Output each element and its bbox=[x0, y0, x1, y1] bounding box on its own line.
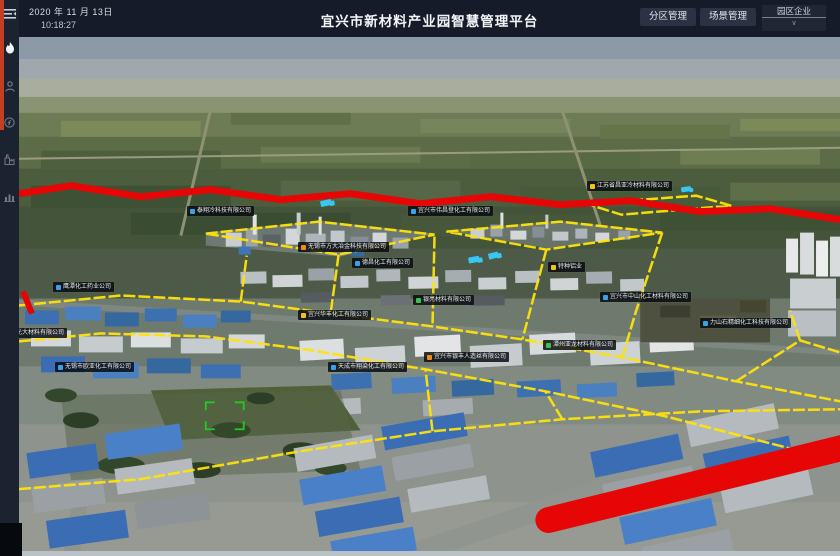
company-marker-icon bbox=[703, 321, 708, 326]
company-marker-icon bbox=[546, 343, 551, 348]
map-viewport[interactable]: 泰翔冷科技有限公司 宜兴市伟昌登化工有限公司 江苏省昌亚冷材料有限公司 无锡市方… bbox=[0, 0, 840, 556]
company-marker-icon bbox=[56, 285, 61, 290]
menu-fold-icon[interactable] bbox=[0, 4, 19, 24]
company-label-text: 鹰潭化工药业公司 bbox=[63, 284, 111, 290]
company-label-text: 德昌化工有限公司 bbox=[362, 260, 410, 266]
zone-management-button[interactable]: 分区管理 bbox=[640, 8, 696, 26]
company-label[interactable]: 宜兴市银丰人造丝有限公司 bbox=[424, 352, 509, 362]
company-marker-icon bbox=[355, 261, 360, 266]
company-label-text: 宜兴市银丰人造丝有限公司 bbox=[434, 354, 506, 360]
company-label[interactable]: 德昌化工有限公司 bbox=[352, 258, 413, 268]
company-label-text: 天成市翔染化工有限公司 bbox=[338, 364, 404, 370]
company-label-text: 光大材料有限公司 bbox=[16, 330, 64, 336]
sidebar-bottom-panel bbox=[0, 523, 22, 556]
company-label-text: 潭州亚龙材料有限公司 bbox=[553, 342, 613, 348]
company-label-text: 宜兴市中山化工材料有限公司 bbox=[610, 294, 688, 300]
company-label[interactable]: 银亮材料有限公司 bbox=[413, 295, 474, 305]
bottom-strip bbox=[19, 551, 840, 556]
company-marker-icon bbox=[190, 209, 195, 214]
company-label[interactable]: 宜兴市伟昌登化工有限公司 bbox=[408, 206, 493, 216]
company-marker-icon bbox=[603, 295, 608, 300]
sidebar bbox=[0, 0, 19, 556]
company-label[interactable]: 江苏省昌亚冷材料有限公司 bbox=[587, 181, 672, 191]
company-marker-icon bbox=[411, 209, 416, 214]
company-marker-icon bbox=[416, 298, 421, 303]
company-label[interactable]: 特种铝业 bbox=[548, 262, 585, 272]
company-label[interactable]: 泰翔冷科技有限公司 bbox=[187, 206, 254, 216]
company-marker-icon bbox=[301, 313, 306, 318]
park-enterprise-dropdown[interactable]: 园区企业 ∨ bbox=[762, 5, 826, 31]
company-label[interactable]: 无锡市欧亚化工有限公司 bbox=[55, 362, 134, 372]
company-label[interactable]: 无锡市方大冶金科技有限公司 bbox=[298, 242, 389, 252]
company-label-text: 泰翔冷科技有限公司 bbox=[197, 208, 251, 214]
company-label-text: 无锡市欧亚化工有限公司 bbox=[65, 364, 131, 370]
company-marker-icon bbox=[551, 265, 556, 270]
bar-chart-icon[interactable] bbox=[0, 186, 19, 206]
top-bar: 2020 年 11 月 13日 10:18:27 宜兴市新材料产业园智慧管理平台… bbox=[19, 0, 840, 37]
company-label[interactable]: 宜兴华丰化工有限公司 bbox=[298, 310, 371, 320]
company-marker-icon bbox=[427, 355, 432, 360]
company-marker-icon bbox=[301, 245, 306, 250]
chevron-down-icon: ∨ bbox=[762, 18, 826, 29]
company-label-text: 特种铝业 bbox=[558, 264, 582, 270]
company-label-text: 宜兴市伟昌登化工有限公司 bbox=[418, 208, 490, 214]
flame-icon[interactable] bbox=[0, 38, 19, 58]
dropdown-label: 园区企业 bbox=[762, 5, 826, 18]
company-label-text: 江苏省昌亚冷材料有限公司 bbox=[597, 183, 669, 189]
company-label[interactable]: 天成市翔染化工有限公司 bbox=[328, 362, 407, 372]
gauge-icon[interactable] bbox=[0, 112, 19, 132]
company-label-text: 无锡市方大冶金科技有限公司 bbox=[308, 244, 386, 250]
company-label-text: 银亮材料有限公司 bbox=[423, 297, 471, 303]
company-marker-icon bbox=[58, 365, 63, 370]
company-label[interactable]: 鹰潭化工药业公司 bbox=[53, 282, 114, 292]
company-label[interactable]: 宜兴市中山化工材料有限公司 bbox=[600, 292, 691, 302]
company-marker-icon bbox=[590, 184, 595, 189]
person-icon[interactable] bbox=[0, 76, 19, 96]
company-marker-icon bbox=[331, 365, 336, 370]
factory-icon[interactable] bbox=[0, 149, 19, 169]
sky-horizon bbox=[19, 37, 840, 115]
company-label-text: 力山石精细化工科技有限公司 bbox=[710, 320, 788, 326]
company-label-text: 宜兴华丰化工有限公司 bbox=[308, 312, 368, 318]
scene-management-button[interactable]: 场景管理 bbox=[700, 8, 756, 26]
smart-park-platform-app: 泰翔冷科技有限公司 宜兴市伟昌登化工有限公司 江苏省昌亚冷材料有限公司 无锡市方… bbox=[0, 0, 840, 556]
company-label[interactable]: 潭州亚龙材料有限公司 bbox=[543, 340, 616, 350]
company-label[interactable]: 力山石精细化工科技有限公司 bbox=[700, 318, 791, 328]
